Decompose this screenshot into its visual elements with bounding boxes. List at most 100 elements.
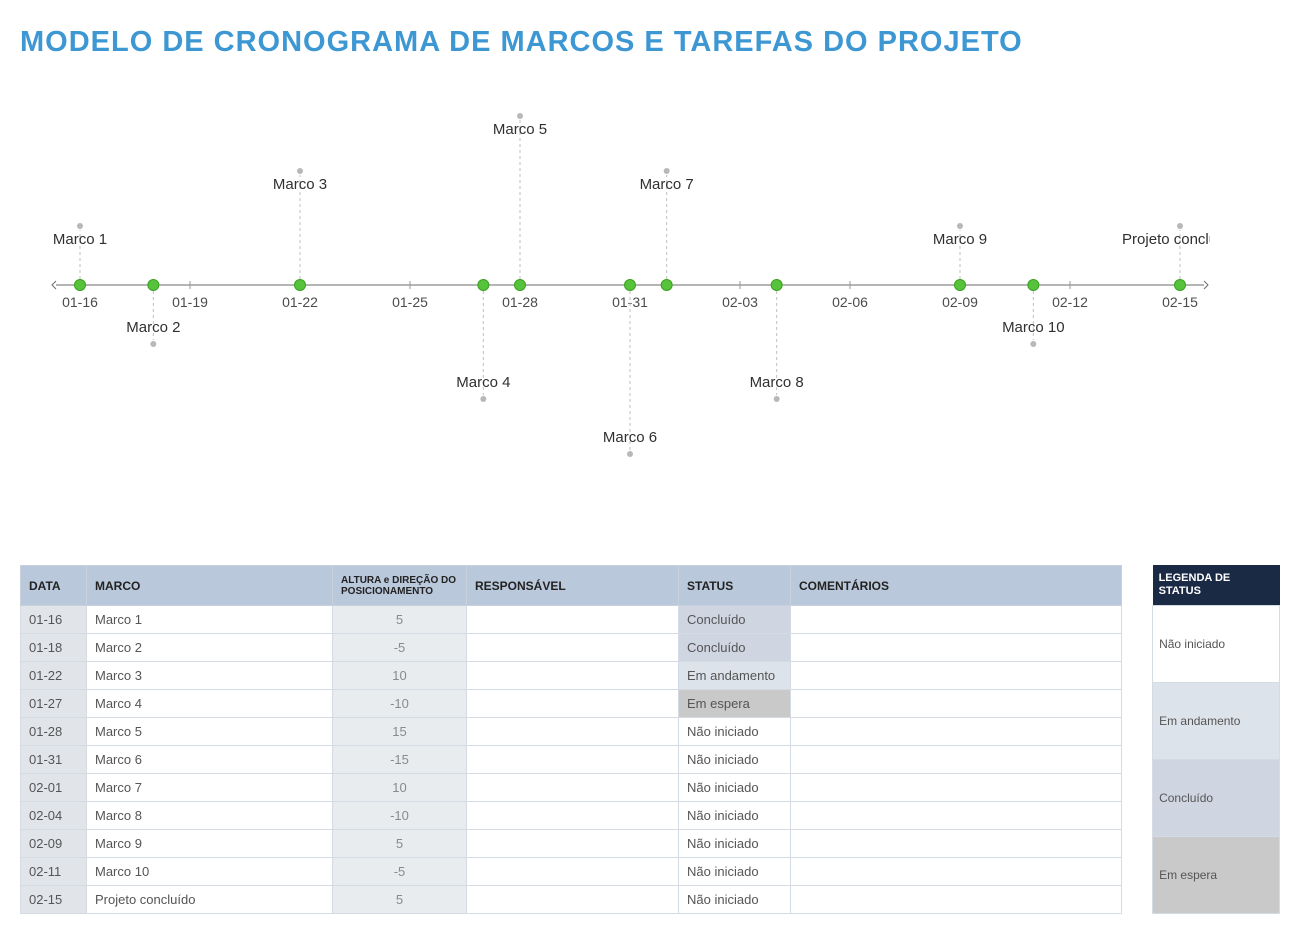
cell-status[interactable]: Não iniciado [679,802,791,830]
cell-marco: Marco 10 [87,858,333,886]
table-row: 01-28Marco 515Não iniciado [21,718,1122,746]
header-altura: ALTURA e DIREÇÃO DO POSICIONAMENTO [333,566,467,606]
cell-data: 01-28 [21,718,87,746]
cell-status[interactable]: Não iniciado [679,858,791,886]
table-row: 02-11Marco 10-5Não iniciado [21,858,1122,886]
cell-altura: -5 [333,634,467,662]
cell-comentarios[interactable] [791,774,1122,802]
cell-comentarios[interactable] [791,802,1122,830]
svg-text:02-12: 02-12 [1052,294,1088,310]
svg-text:Marco 5: Marco 5 [493,121,547,138]
cell-responsavel[interactable] [467,634,679,662]
cell-comentarios[interactable] [791,886,1122,914]
header-responsavel: RESPONSÁVEL [467,566,679,606]
header-status: STATUS [679,566,791,606]
cell-comentarios[interactable] [791,830,1122,858]
cell-comentarios[interactable] [791,718,1122,746]
svg-text:Marco 1: Marco 1 [53,231,107,248]
cell-status[interactable]: Não iniciado [679,718,791,746]
cell-altura: 5 [333,830,467,858]
cell-responsavel[interactable] [467,690,679,718]
cell-responsavel[interactable] [467,718,679,746]
cell-altura: 10 [333,662,467,690]
cell-data: 02-09 [21,830,87,858]
timeline-chart: 01-1601-1901-2201-2501-2801-3102-0302-06… [50,85,1210,495]
cell-marco: Marco 9 [87,830,333,858]
cell-comentarios[interactable] [791,858,1122,886]
cell-data: 02-01 [21,774,87,802]
cell-marco: Projeto concluído [87,886,333,914]
svg-text:02-09: 02-09 [942,294,978,310]
cell-comentarios[interactable] [791,634,1122,662]
status-legend: LEGENDA DE STATUS Não iniciadoEm andamen… [1152,565,1280,914]
cell-status[interactable]: Não iniciado [679,886,791,914]
table-row: 02-04Marco 8-10Não iniciado [21,802,1122,830]
cell-comentarios[interactable] [791,662,1122,690]
svg-text:01-31: 01-31 [612,294,648,310]
table-row: 02-15Projeto concluído5 Não iniciado [21,886,1122,914]
cell-marco: Marco 2 [87,634,333,662]
svg-text:Marco 2: Marco 2 [126,319,180,336]
cell-status[interactable]: Não iniciado [679,830,791,858]
cell-responsavel[interactable] [467,746,679,774]
table-row: 01-31Marco 6-15 Não iniciado [21,746,1122,774]
svg-text:02-15: 02-15 [1162,294,1198,310]
cell-data: 01-18 [21,634,87,662]
header-comentarios: COMENTÁRIOS [791,566,1122,606]
cell-altura: -5 [333,858,467,886]
cell-altura: -15 [333,746,467,774]
cell-responsavel[interactable] [467,830,679,858]
cell-marco: Marco 3 [87,662,333,690]
svg-text:Marco 10: Marco 10 [1002,319,1065,336]
cell-responsavel[interactable] [467,606,679,634]
cell-marco: Marco 4 [87,690,333,718]
cell-data: 02-04 [21,802,87,830]
cell-data: 02-15 [21,886,87,914]
svg-text:Marco 3: Marco 3 [273,176,327,193]
cell-altura: -10 [333,690,467,718]
cell-altura: 5 [333,886,467,914]
cell-comentarios[interactable] [791,746,1122,774]
svg-text:01-19: 01-19 [172,294,208,310]
cell-status[interactable]: Concluído [679,606,791,634]
cell-status[interactable]: Não iniciado [679,746,791,774]
cell-responsavel[interactable] [467,774,679,802]
svg-text:Marco 7: Marco 7 [640,176,694,193]
header-data: DATA [21,566,87,606]
cell-comentarios[interactable] [791,690,1122,718]
cell-marco: Marco 1 [87,606,333,634]
cell-comentarios[interactable] [791,606,1122,634]
svg-text:Marco 6: Marco 6 [603,429,657,446]
legend-item: Concluído [1153,759,1280,836]
cell-data: 01-22 [21,662,87,690]
svg-text:Marco 4: Marco 4 [456,374,510,391]
table-row: 01-27Marco 4-10 Em espera [21,690,1122,718]
cell-marco: Marco 6 [87,746,333,774]
cell-status[interactable]: Em andamento [679,662,791,690]
table-row: 02-09Marco 95 Não iniciado [21,830,1122,858]
cell-altura: 10 [333,774,467,802]
milestone-table: DATA MARCO ALTURA e DIREÇÃO DO POSICIONA… [20,565,1122,914]
cell-data: 01-27 [21,690,87,718]
cell-data: 01-16 [21,606,87,634]
cell-altura: 5 [333,606,467,634]
svg-text:Marco 9: Marco 9 [933,231,987,248]
svg-text:01-25: 01-25 [392,294,428,310]
svg-text:02-03: 02-03 [722,294,758,310]
cell-marco: Marco 5 [87,718,333,746]
cell-responsavel[interactable] [467,662,679,690]
cell-status[interactable]: Em espera [679,690,791,718]
cell-responsavel[interactable] [467,802,679,830]
svg-text:Marco 8: Marco 8 [750,374,804,391]
cell-responsavel[interactable] [467,886,679,914]
cell-responsavel[interactable] [467,858,679,886]
legend-header: LEGENDA DE STATUS [1153,565,1280,605]
legend-item: Em espera [1153,836,1280,913]
cell-status[interactable]: Não iniciado [679,774,791,802]
svg-text:Projeto concluído: Projeto concluído [1122,231,1210,248]
cell-data: 01-31 [21,746,87,774]
legend-item: Em andamento [1153,682,1280,759]
svg-text:01-16: 01-16 [62,294,98,310]
cell-status[interactable]: Concluído [679,634,791,662]
legend-item: Não iniciado [1153,605,1280,682]
